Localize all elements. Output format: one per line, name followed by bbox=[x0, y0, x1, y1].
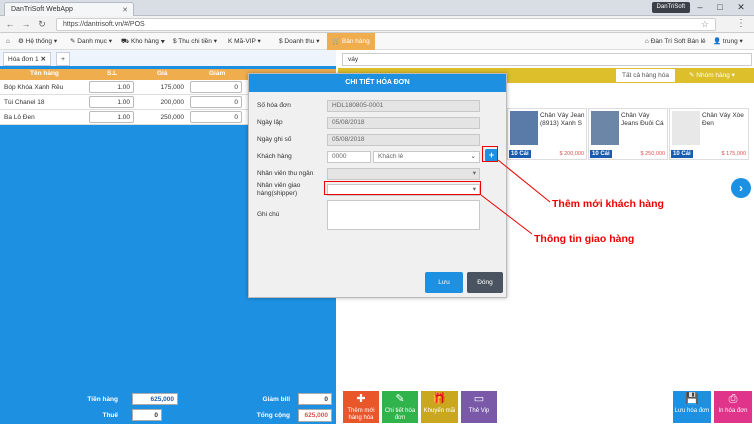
shipper-highlight bbox=[324, 181, 481, 195]
minimize-icon[interactable]: – bbox=[690, 0, 710, 15]
close-invoice-icon[interactable]: ✕ bbox=[40, 56, 45, 63]
print-icon: ⎙ bbox=[728, 393, 738, 405]
close-button[interactable]: Đóng bbox=[467, 272, 503, 293]
tab-title: DanTriSoft WebApp bbox=[11, 6, 73, 13]
nav-ban-hang[interactable]: 🛒 Bán hàng bbox=[327, 33, 375, 50]
product-image bbox=[672, 111, 700, 145]
gift-icon: 🎁 bbox=[432, 393, 447, 405]
nav-kho-hang[interactable]: ⛟ Kho hàng ▾ bbox=[121, 33, 165, 50]
ngay-ghi-so-field: 05/08/2018 bbox=[327, 134, 480, 146]
chevron-down-icon: ⌄ bbox=[470, 153, 476, 160]
browser-titlebar: DanTriSoft WebApp ✕ DanTriSoft – □ ✕ bbox=[0, 0, 754, 16]
col-gia: Giá bbox=[157, 70, 168, 77]
address-bar: ← → ↻ https://dantrisoft.vn/#/POS ☆ ⋮ bbox=[0, 16, 754, 33]
nav-he-thong[interactable]: ⚙ Hệ thống ▾ bbox=[18, 33, 57, 50]
giam-bill-label: Giảm bill bbox=[262, 396, 290, 403]
promo-button[interactable]: 🎁 Khuyến mãi bbox=[421, 391, 458, 423]
add-customer-highlight bbox=[482, 146, 498, 162]
add-invoice-tab-button[interactable]: + bbox=[56, 52, 70, 66]
nav-ma-vip[interactable]: K Mã-VIP ▾ bbox=[228, 33, 261, 50]
giam-bill-input[interactable]: 0 bbox=[298, 393, 332, 405]
forward-icon[interactable]: → bbox=[20, 18, 32, 30]
save-icon: 💾 bbox=[685, 393, 699, 405]
product-card[interactable]: Chân Váy Jean (8913) Xanh S 10 Cái $ 200… bbox=[507, 108, 587, 160]
app-navbar: ⌂ ⚙ Hệ thống ▾ ✎ Danh mục ▾ ⛟ Kho hàng ▾… bbox=[0, 33, 754, 50]
bookmark-star-icon[interactable]: ☆ bbox=[701, 19, 709, 30]
discount-input[interactable]: 0 bbox=[190, 81, 242, 93]
maximize-icon[interactable]: □ bbox=[710, 0, 730, 15]
close-tab-icon[interactable]: ✕ bbox=[122, 6, 128, 14]
discount-input[interactable]: 0 bbox=[190, 111, 242, 123]
url-text: https://dantrisoft.vn/#/POS bbox=[63, 21, 145, 28]
chevron-down-icon: ▾ bbox=[472, 170, 476, 177]
nhan-vien-thu-ngan-label: Nhân viên thu ngân bbox=[257, 170, 314, 177]
reload-icon[interactable]: ↻ bbox=[36, 18, 48, 30]
user-menu[interactable]: 👤 trung ▾ bbox=[713, 33, 743, 50]
khach-hang-label: Khách hàng bbox=[257, 153, 292, 160]
invoice-tabs: Hóa đơn 1 ✕ + bbox=[0, 50, 336, 66]
tien-hang-label: Tiền hàng bbox=[87, 396, 118, 403]
invoice-detail-button[interactable]: ✎ Chi tiết hóa đơn bbox=[382, 391, 418, 423]
invoice-tab-1[interactable]: Hóa đơn 1 ✕ bbox=[3, 52, 51, 66]
note-textarea[interactable] bbox=[327, 200, 480, 230]
tag-icon: ✎ bbox=[689, 72, 695, 79]
url-input[interactable]: https://dantrisoft.vn/#/POS ☆ bbox=[56, 18, 716, 31]
vip-card-button[interactable]: ▭ Thẻ Vip bbox=[461, 391, 497, 423]
thue-input[interactable]: 0 bbox=[132, 409, 162, 421]
dialog-title: CHI TIẾT HÓA ĐƠN bbox=[249, 74, 506, 92]
browser-tab[interactable]: DanTriSoft WebApp ✕ bbox=[4, 2, 134, 16]
product-card[interactable]: Chân Váy Jeans Đuôi Cá 10 Cái $ 250,000 bbox=[588, 108, 668, 160]
product-search-input[interactable]: váy bbox=[342, 53, 752, 66]
thue-label: Thuế bbox=[102, 412, 118, 419]
product-image bbox=[591, 111, 619, 145]
so-hoa-don-field: HDL180805-0001 bbox=[327, 100, 480, 112]
cashier-select[interactable]: ▾ bbox=[327, 168, 480, 180]
product-card[interactable]: Chân Váy Xòe Đen 10 Cái $ 175,000 bbox=[669, 108, 749, 160]
ngay-lap-label: Ngày lập bbox=[257, 119, 283, 126]
nhan-vien-giao-hang-label: Nhân viên giao hàng(shipper) bbox=[257, 182, 301, 197]
qty-input[interactable]: 1.00 bbox=[89, 81, 134, 93]
browser-menu-icon[interactable]: ⋮ bbox=[736, 18, 746, 30]
card-icon: ▭ bbox=[473, 393, 485, 405]
product-group-dropdown[interactable]: ✎ Nhóm hàng ▾ bbox=[683, 69, 749, 82]
ngay-ghi-so-label: Ngày ghi số bbox=[257, 136, 292, 143]
col-sl: S.L bbox=[107, 70, 118, 77]
discount-input[interactable]: 0 bbox=[190, 96, 242, 108]
save-invoice-button[interactable]: 💾 Lưu hóa đơn bbox=[673, 391, 711, 423]
tien-hang-value: 625,000 bbox=[132, 393, 178, 405]
ngay-lap-field: 05/08/2018 bbox=[327, 117, 480, 129]
home-icon[interactable]: ⌂ bbox=[6, 33, 10, 50]
next-page-chevron-icon[interactable]: › bbox=[731, 178, 751, 198]
nav-doanh-thu[interactable]: $ Doanh thu ▾ bbox=[279, 33, 320, 50]
all-products-button[interactable]: Tất cả hàng hóa bbox=[616, 69, 675, 82]
tong-cong-label: Tổng cộng bbox=[256, 412, 290, 419]
plus-icon: ✚ bbox=[356, 393, 366, 405]
customer-code-input[interactable]: 0000 bbox=[327, 151, 371, 163]
qty-input[interactable]: 1.00 bbox=[89, 111, 134, 123]
close-window-icon[interactable]: ✕ bbox=[731, 0, 751, 15]
col-giam: Giảm bbox=[209, 70, 226, 77]
customer-select[interactable]: Khách lẻ ⌄ bbox=[373, 151, 480, 163]
add-customer-callout: Thêm mới khách hàng bbox=[552, 198, 664, 210]
qty-input[interactable]: 1.00 bbox=[89, 96, 134, 108]
save-button[interactable]: Lưu bbox=[425, 272, 463, 293]
nav-thu-chi[interactable]: $ Thu chi tiền ▾ bbox=[173, 33, 217, 50]
back-icon[interactable]: ← bbox=[4, 18, 16, 30]
new-item-button[interactable]: ✚ Thêm mới hàng hóa bbox=[343, 391, 379, 423]
store-name[interactable]: ⌂ Đàn Trí Soft Bán lẻ bbox=[645, 33, 706, 50]
ghi-chu-label: Ghi chú bbox=[257, 211, 280, 218]
edit-icon: ✎ bbox=[395, 393, 405, 405]
tong-cong-value: 625,000 bbox=[298, 409, 332, 422]
so-hoa-don-label: Số hóa đơn bbox=[257, 102, 291, 109]
col-ten-hang: Tên hàng bbox=[30, 70, 59, 77]
product-image bbox=[510, 111, 538, 145]
nav-danh-muc[interactable]: ✎ Danh mục ▾ bbox=[70, 33, 112, 50]
browser-profile[interactable]: DanTriSoft bbox=[651, 2, 690, 13]
shipping-info-callout: Thông tin giao hàng bbox=[534, 233, 635, 245]
print-invoice-button[interactable]: ⎙ In hóa đơn bbox=[714, 391, 752, 423]
